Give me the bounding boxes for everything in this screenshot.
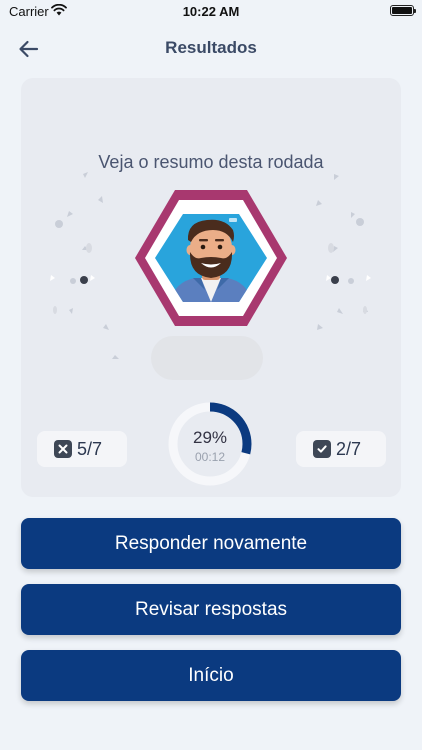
wrong-answers-count: 5/7 (77, 438, 103, 459)
check-icon (313, 440, 331, 458)
result-summary-card: Veja o resumo desta rodada 5/7 29% 00:12… (21, 78, 401, 497)
elapsed-time: 00:12 (194, 450, 226, 464)
nav-bar: Resultados (0, 28, 422, 70)
right-answers-badge: 2/7 (296, 431, 386, 467)
review-answers-button[interactable]: Revisar respostas (21, 584, 401, 635)
player-name-placeholder (151, 336, 263, 380)
answer-again-button[interactable]: Responder novamente (21, 518, 401, 569)
clock: 10:22 AM (182, 4, 240, 19)
score-percent: 29% (192, 428, 228, 447)
battery-icon (390, 5, 416, 16)
right-answers-count: 2/7 (336, 438, 362, 459)
avatar (135, 190, 287, 326)
home-button[interactable]: Início (21, 650, 401, 701)
close-icon (54, 440, 72, 458)
wrong-answers-badge: 5/7 (37, 431, 127, 467)
page-title: Resultados (165, 38, 257, 57)
status-bar: Carrier 10:22 AM (0, 0, 422, 24)
